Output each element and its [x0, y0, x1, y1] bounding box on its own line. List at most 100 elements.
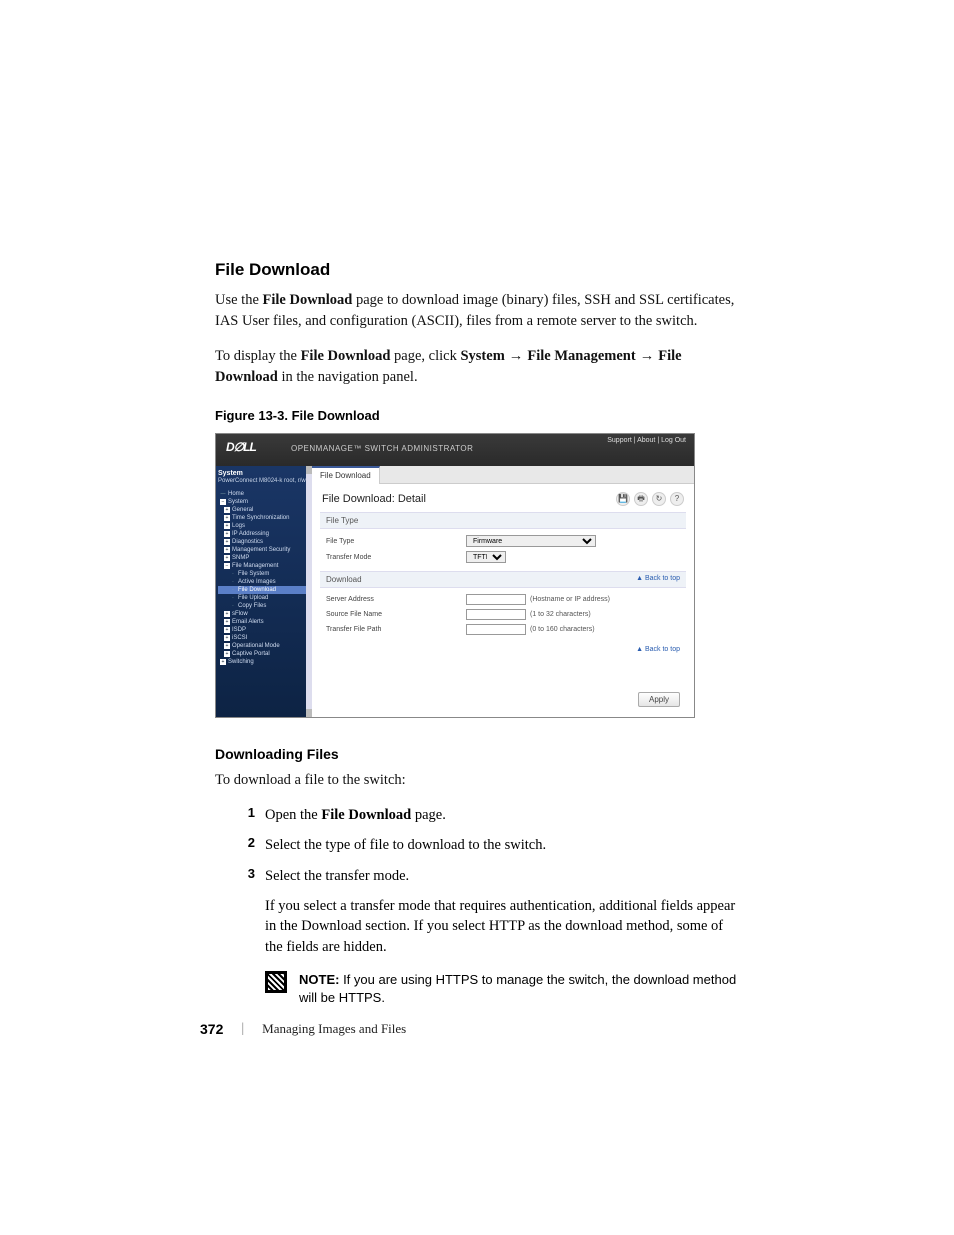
ss-sidebar: System PowerConnect M8024-k root, r/w —H… — [216, 466, 312, 717]
label-server-address: Server Address — [326, 596, 466, 603]
tree-item[interactable]: +Diagnostics — [218, 538, 310, 546]
section-heading: File Download — [215, 260, 739, 280]
tree-label: File Upload — [238, 595, 268, 601]
tree-item[interactable]: ·File Download — [218, 586, 310, 594]
step-text: Select the type of file to download to t… — [265, 835, 546, 855]
nav-mid1: page, click — [390, 348, 460, 364]
tree-expand-icon[interactable]: − — [224, 563, 230, 569]
tree-expand-icon[interactable]: + — [224, 531, 230, 537]
back-to-top-link-1[interactable]: ▲ Back to top — [636, 575, 680, 582]
label-source-file: Source File Name — [326, 611, 466, 618]
tree-label: File Management — [232, 563, 278, 569]
print-icon[interactable]: 🖶 — [634, 492, 648, 506]
select-transfer-mode[interactable]: TFTP — [466, 551, 506, 563]
tree-label: sFlow — [232, 611, 248, 617]
tree-item[interactable]: +General — [218, 506, 310, 514]
list-item: 2 Select the type of file to download to… — [243, 835, 739, 855]
tree-item[interactable]: +Email Alerts — [218, 618, 310, 626]
tree-label: Switching — [228, 659, 254, 665]
input-server-address[interactable] — [466, 594, 526, 605]
tree-item[interactable]: ·Active Images — [218, 578, 310, 586]
tree-expand-icon[interactable]: + — [224, 635, 230, 641]
figure-caption: Figure 13-3. File Download — [215, 408, 739, 423]
tree-label: Operational Mode — [232, 643, 280, 649]
tree-label: ISDP — [232, 627, 246, 633]
tree-label: General — [232, 507, 253, 513]
tree-expand-icon[interactable]: + — [224, 539, 230, 545]
back-to-top-link-2[interactable]: ▲ Back to top — [636, 646, 680, 653]
tree-item[interactable]: ·File System — [218, 570, 310, 578]
tree-item[interactable]: +Operational Mode — [218, 642, 310, 650]
tree-expand-icon[interactable]: + — [224, 651, 230, 657]
tree-expand-icon[interactable]: + — [220, 659, 226, 665]
tree-item[interactable]: +iSCSI — [218, 634, 310, 642]
tree-label: Active Images — [238, 579, 276, 585]
nav-bold1: File Download — [301, 348, 391, 364]
tree-item[interactable]: +ISDP — [218, 626, 310, 634]
input-source-file[interactable] — [466, 609, 526, 620]
screenshot-figure: D∅LL OPENMANAGE™ SWITCH ADMINISTRATOR Su… — [215, 433, 695, 718]
tree-item[interactable]: +IP Addressing — [218, 530, 310, 538]
tree-item[interactable]: +Time Synchronization — [218, 514, 310, 522]
ordered-list: 1 Open the File Download page. 2 Select … — [243, 805, 739, 886]
select-file-type[interactable]: Firmware — [466, 535, 596, 547]
tree-expand-icon[interactable]: + — [224, 523, 230, 529]
tab-file-download[interactable]: File Download — [312, 466, 380, 484]
step-num: 1 — [243, 805, 255, 825]
footer-title: Managing Images and Files — [262, 1021, 406, 1037]
tree-leaf-icon: · — [230, 579, 236, 585]
tree-label: Home — [228, 491, 244, 497]
nav-post: in the navigation panel. — [278, 369, 418, 385]
footer-sep: | — [241, 1021, 244, 1037]
step3-sub: If you select a transfer mode that requi… — [265, 896, 739, 957]
tree-expand-icon[interactable]: + — [224, 627, 230, 633]
tree-expand-icon[interactable]: − — [220, 499, 226, 505]
tree-label: File Download — [238, 587, 276, 593]
tree-expand-icon[interactable]: — — [220, 491, 226, 497]
tree-expand-icon[interactable]: + — [224, 547, 230, 553]
tree-item[interactable]: +Logs — [218, 522, 310, 530]
hint-source-file: (1 to 32 characters) — [530, 611, 591, 618]
tree-item[interactable]: +sFlow — [218, 610, 310, 618]
nav-pre: To display the — [215, 348, 301, 364]
section-file-type: File Type — [320, 512, 686, 529]
page-number: 372 — [200, 1021, 223, 1037]
tree-item[interactable]: ·Copy Files — [218, 602, 310, 610]
save-icon[interactable]: 💾 — [616, 492, 630, 506]
refresh-icon[interactable]: ↻ — [652, 492, 666, 506]
downloading-intro: To download a file to the switch: — [215, 770, 739, 791]
tree-label: Diagnostics — [232, 539, 263, 545]
tree-item[interactable]: +Management Security — [218, 546, 310, 554]
tree-expand-icon[interactable]: + — [224, 619, 230, 625]
tree-expand-icon[interactable]: + — [224, 507, 230, 513]
tree-expand-icon[interactable]: + — [224, 555, 230, 561]
tree-expand-icon[interactable]: + — [224, 515, 230, 521]
tree-expand-icon[interactable]: + — [224, 611, 230, 617]
ss-app-title: OPENMANAGE™ SWITCH ADMINISTRATOR — [291, 444, 473, 453]
input-transfer-path[interactable] — [466, 624, 526, 635]
tree-item[interactable]: +Switching — [218, 658, 310, 666]
step-text: Select the transfer mode. — [265, 866, 409, 886]
ss-tabbar: File Download — [312, 466, 694, 484]
nav-bold2: System — [460, 348, 504, 364]
dell-logo: D∅LL — [226, 440, 256, 454]
intro-bold: File Download — [263, 292, 353, 308]
ss-system-label: System — [218, 470, 310, 477]
tree-item[interactable]: +SNMP — [218, 554, 310, 562]
apply-button[interactable]: Apply — [638, 692, 680, 707]
help-icon[interactable]: ? — [670, 492, 684, 506]
tree-label: Management Security — [232, 547, 290, 553]
tree-item[interactable]: +Captive Portal — [218, 650, 310, 658]
ss-header-links[interactable]: Support | About | Log Out — [607, 437, 686, 444]
section-download-label: Download — [326, 575, 362, 584]
tree-item[interactable]: −System — [218, 498, 310, 506]
tree-item[interactable]: −File Management — [218, 562, 310, 570]
label-transfer-path: Transfer File Path — [326, 626, 466, 633]
tree-item[interactable]: —Home — [218, 490, 310, 498]
arrow-1: → — [505, 348, 528, 364]
ss-header: D∅LL OPENMANAGE™ SWITCH ADMINISTRATOR Su… — [216, 434, 694, 466]
tree-label: Captive Portal — [232, 651, 270, 657]
tree-expand-icon[interactable]: + — [224, 643, 230, 649]
tree-leaf-icon: · — [230, 571, 236, 577]
tree-item[interactable]: ·File Upload — [218, 594, 310, 602]
